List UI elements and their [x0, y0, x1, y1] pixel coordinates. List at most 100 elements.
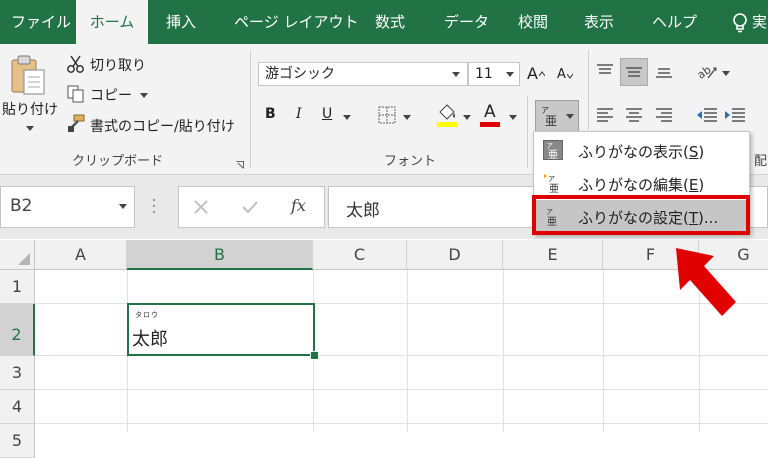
select-all-corner[interactable] [0, 240, 35, 270]
menu-item-show-phonetic[interactable]: ア亜 ふりがなの表示(S) [534, 134, 749, 167]
svg-text:ア: ア [546, 142, 553, 150]
gridline [35, 389, 768, 390]
cell-b2[interactable]: タロウ 太郎 [127, 303, 315, 356]
fill-handle[interactable] [310, 351, 319, 360]
copy-dropdown-icon[interactable] [140, 93, 148, 98]
align-top-icon[interactable] [596, 62, 614, 80]
gridline [603, 270, 604, 432]
tab-view[interactable]: 表示 [584, 0, 614, 44]
format-painter-icon[interactable] [66, 113, 86, 133]
clipboard-group-label: クリップボード [72, 154, 164, 169]
tab-help[interactable]: ヘルプ [652, 0, 697, 44]
phonetic-edit-icon: ア亜 [543, 173, 563, 195]
align-bottom-icon[interactable] [655, 62, 673, 80]
gridline [407, 270, 408, 432]
formula-content: 太郎 [346, 201, 380, 221]
bold-button[interactable]: B [265, 106, 276, 122]
italic-button[interactable]: I [296, 106, 302, 122]
column-header-c[interactable]: C [313, 240, 407, 270]
name-box-dropdown-icon[interactable] [119, 204, 127, 209]
align-middle-icon[interactable] [620, 58, 648, 86]
svg-text:亜: 亜 [548, 150, 558, 159]
svg-text:ア: ア [548, 175, 555, 183]
red-arrow-icon [670, 244, 740, 320]
tab-formulas[interactable]: 数式 [375, 0, 405, 44]
grow-font-button[interactable]: A [527, 64, 538, 83]
font-color-dropdown-icon[interactable] [509, 115, 517, 120]
copy-button[interactable]: コピー [90, 85, 132, 105]
row-header-3[interactable]: 3 [0, 356, 35, 390]
borders-dropdown-icon[interactable] [403, 115, 411, 120]
shrink-arrow-icon [566, 64, 574, 79]
tab-page-layout[interactable]: ページ レイアウト [234, 0, 358, 44]
font-name-dropdown-icon[interactable] [452, 72, 460, 77]
column-header-a[interactable]: A [35, 240, 127, 270]
font-color-bar [480, 122, 500, 127]
tab-data[interactable]: データ [444, 0, 489, 44]
scissors-icon[interactable] [66, 54, 86, 74]
name-box-value: B2 [10, 196, 33, 216]
highlight-box [532, 195, 750, 235]
column-header-b[interactable]: B [127, 240, 313, 270]
align-right-icon[interactable] [655, 106, 673, 124]
splitter-handle-icon[interactable] [152, 196, 156, 216]
row-header-5[interactable]: 5 [0, 424, 35, 458]
shrink-font-button[interactable]: A [557, 67, 566, 82]
svg-text:亜: 亜 [549, 184, 559, 193]
underline-button[interactable]: U [322, 106, 332, 122]
group-divider [588, 50, 589, 130]
lightbulb-icon[interactable] [730, 12, 750, 34]
paste-icon[interactable] [8, 54, 48, 98]
orientation-icon[interactable]: ab [695, 62, 718, 82]
svg-text:ab: ab [696, 63, 714, 80]
borders-icon[interactable] [378, 106, 396, 124]
cancel-icon[interactable] [193, 199, 209, 215]
cell-b2-furigana: タロウ [135, 311, 159, 319]
orientation-dropdown-icon[interactable] [722, 71, 730, 76]
column-header-e[interactable]: E [503, 240, 603, 270]
row-header-1[interactable]: 1 [0, 270, 35, 304]
format-painter-button[interactable]: 書式のコピー/貼り付け [90, 116, 235, 136]
phonetic-show-icon: ア亜 [543, 140, 563, 161]
tab-insert[interactable]: 挿入 [166, 0, 196, 44]
tab-tell-me[interactable]: 実 [752, 0, 767, 44]
cell-b2-value: 太郎 [132, 329, 168, 350]
gridline [35, 423, 768, 424]
fill-color-icon[interactable] [436, 102, 458, 128]
align-center-icon[interactable] [625, 106, 643, 124]
font-color-button[interactable]: A [484, 102, 496, 122]
font-group-label: フォント [384, 154, 437, 169]
underline-dropdown-icon[interactable] [343, 115, 351, 120]
copy-icon[interactable] [66, 84, 86, 104]
column-header-d[interactable]: D [407, 240, 503, 270]
alignment-group-label: 配 [754, 154, 768, 169]
enter-icon[interactable] [241, 199, 259, 215]
tab-file[interactable]: ファイル [11, 0, 71, 44]
ribbon-tab-bar: ファイル ホーム 挿入 ページ レイアウト 数式 データ 校閲 表示 ヘルプ 実 [0, 0, 768, 44]
cut-button[interactable]: 切り取り [90, 55, 146, 75]
menu-item-label: ふりがなの編集(E) [578, 176, 705, 194]
fill-color-dropdown-icon[interactable] [463, 115, 471, 120]
font-name-combo[interactable]: 游ゴシック [258, 62, 468, 86]
dialog-launcher-icon[interactable] [236, 154, 244, 169]
group-divider [527, 96, 528, 168]
row-header-4[interactable]: 4 [0, 390, 35, 424]
tab-review[interactable]: 校閲 [518, 0, 548, 44]
paste-dropdown-icon[interactable] [26, 126, 34, 131]
insert-function-button[interactable]: fx [291, 196, 306, 215]
formula-buttons: fx [178, 186, 325, 228]
svg-text:亜: 亜 [545, 114, 557, 127]
increase-indent-icon[interactable] [724, 106, 746, 124]
group-divider [250, 50, 251, 168]
row-header-2[interactable]: 2 [0, 304, 35, 356]
paste-button[interactable]: 貼り付け [2, 99, 58, 119]
gridline [503, 270, 504, 432]
decrease-indent-icon[interactable] [696, 106, 718, 124]
tab-home[interactable]: ホーム [76, 0, 148, 44]
name-box[interactable]: B2 [0, 186, 135, 228]
font-size-dropdown-icon[interactable] [506, 72, 514, 77]
align-left-icon[interactable] [596, 106, 614, 124]
phonetic-guide-button[interactable]: ア亜 [535, 100, 579, 132]
phonetic-dropdown-icon[interactable] [566, 114, 574, 119]
menu-item-label: ふりがなの表示(S) [578, 143, 705, 161]
